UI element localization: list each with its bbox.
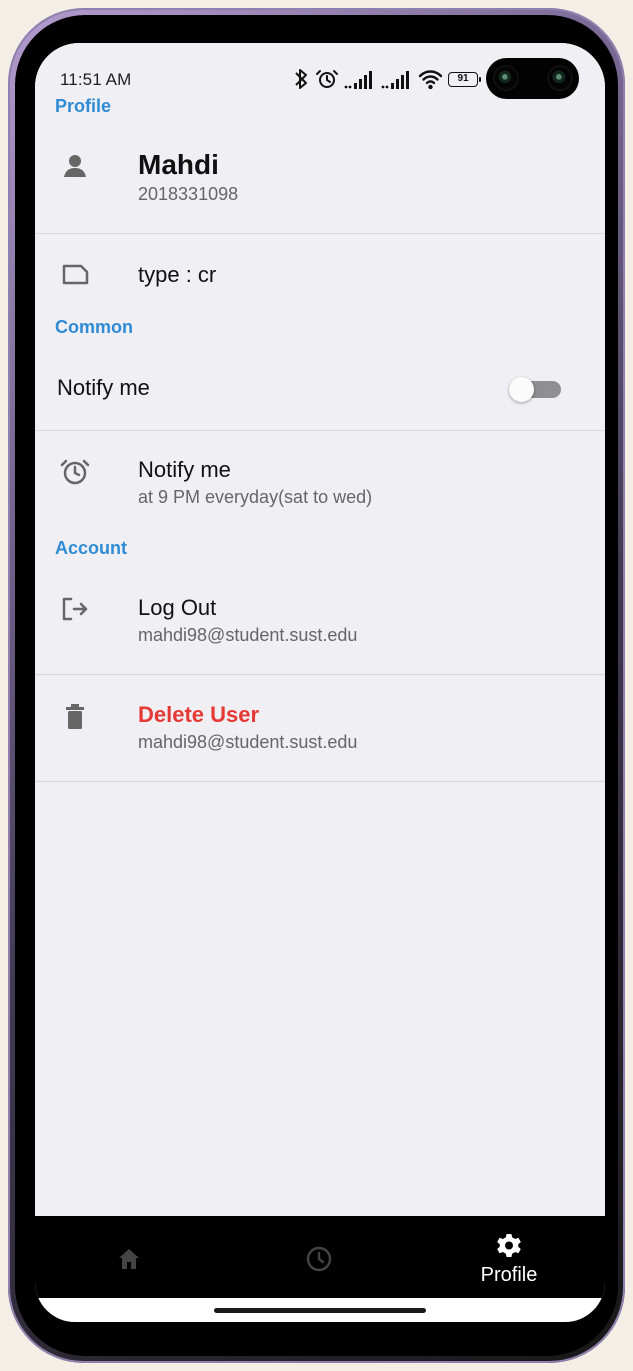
profile-user-row[interactable]: Mahdi 2018331098 xyxy=(35,125,605,234)
status-time: 11:51 AM xyxy=(60,70,132,89)
home-icon xyxy=(119,1249,139,1269)
logout-text: Log Out mahdi98@student.sust.edu xyxy=(138,594,357,647)
notify-toggle-label: Notify me xyxy=(57,375,150,400)
signal-icon xyxy=(344,71,372,89)
wifi-icon xyxy=(418,70,443,90)
phone-screenshot: 11:51 AM 91 Profile Mahdi 2018331098 typ… xyxy=(0,0,633,1371)
common-section-title: Common xyxy=(55,317,133,337)
camera-lens-icon xyxy=(495,67,517,89)
profile-id: 2018331098 xyxy=(138,184,239,204)
label-icon xyxy=(59,258,91,290)
profile-tab[interactable]: Profile xyxy=(461,1232,557,1290)
toggle-thumb xyxy=(509,377,534,402)
profile-section-title: Profile xyxy=(55,96,112,116)
front-camera-cutout xyxy=(486,58,579,99)
status-icons: 91 xyxy=(292,64,517,94)
notify-toggle-row[interactable]: Notify me xyxy=(35,346,605,431)
home-tab[interactable] xyxy=(81,1243,177,1301)
trash-icon xyxy=(59,701,91,733)
notify-time-text: Notify me at 9 PM everyday(sat to wed) xyxy=(138,456,372,509)
history-tab[interactable] xyxy=(271,1243,367,1301)
settings-content: 11:51 AM 91 Profile Mahdi 2018331098 typ… xyxy=(35,43,605,1216)
notify-subtitle: at 9 PM everyday(sat to wed) xyxy=(138,487,373,507)
delete-user-text: Delete User mahdi98@student.sust.edu xyxy=(138,701,357,754)
logout-email: mahdi98@student.sust.edu xyxy=(138,625,358,645)
app-screen: 11:51 AM 91 Profile Mahdi 2018331098 typ… xyxy=(35,43,605,1322)
bluetooth-icon xyxy=(295,69,307,89)
logout-row[interactable]: Log Out mahdi98@student.sust.edu xyxy=(35,569,605,675)
logout-icon xyxy=(59,593,91,625)
profile-user-text: Mahdi 2018331098 xyxy=(138,149,238,206)
alarm-icon xyxy=(316,70,338,88)
home-indicator[interactable] xyxy=(214,1308,426,1313)
camera-lens-icon xyxy=(549,67,571,89)
notify-time-row[interactable]: Notify me at 9 PM everyday(sat to wed) xyxy=(35,432,605,532)
delete-user-label: Delete User xyxy=(138,702,260,727)
notify-title: Notify me xyxy=(138,457,231,482)
account-section-title: Account xyxy=(55,538,127,558)
profile-tab-label: Profile xyxy=(480,1264,538,1286)
alarm-icon xyxy=(59,455,91,487)
logout-label: Log Out xyxy=(138,595,217,620)
user-type-text: type : cr xyxy=(138,262,217,287)
delete-user-row[interactable]: Delete User mahdi98@student.sust.edu xyxy=(35,676,605,782)
clock-icon xyxy=(306,1246,332,1272)
battery-indicator: 91 xyxy=(448,71,481,87)
gesture-bar-area xyxy=(35,1298,605,1322)
notify-toggle-switch[interactable] xyxy=(509,377,565,402)
person-icon xyxy=(59,150,91,182)
delete-user-email: mahdi98@student.sust.edu xyxy=(138,732,358,752)
signal-icon xyxy=(381,71,409,89)
profile-name: Mahdi xyxy=(138,149,219,180)
user-type-row[interactable]: type : cr xyxy=(35,235,605,321)
gear-icon xyxy=(497,1234,521,1257)
